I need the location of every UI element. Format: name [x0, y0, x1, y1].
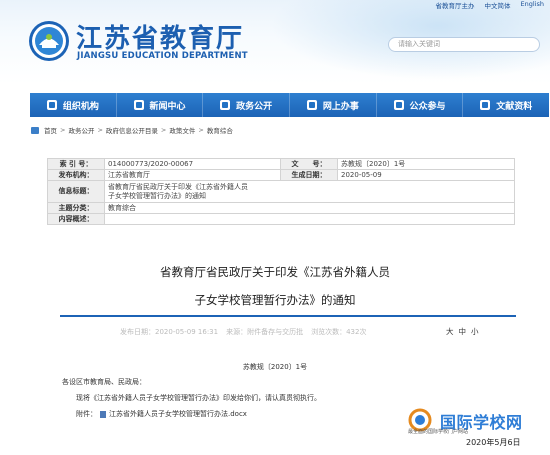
- index-label: 索 引 号：: [47, 158, 105, 170]
- top-links: 省教育厅主办 中文简体 English: [436, 0, 544, 10]
- font-large-button[interactable]: 大: [446, 326, 454, 337]
- attachment-label: 附件：: [76, 410, 97, 418]
- public-icon: [393, 100, 404, 110]
- table-row: 内容概述：: [47, 213, 515, 225]
- info-title-line: 省教育厅省民政厅关于印发《江苏省外籍人员: [108, 182, 248, 191]
- nav-item-online-service[interactable]: 网上办事: [290, 93, 377, 117]
- nav-label: 新闻中心: [149, 101, 186, 112]
- breadcrumb-separator: >: [60, 126, 66, 134]
- table-row: 信息标题： 省教育厅省民政厅关于印发《江苏省外籍人员 子女学校管理暂行办法》的通…: [47, 180, 515, 203]
- docs-icon: [480, 100, 491, 110]
- info-title-value: 省教育厅省民政厅关于印发《江苏省外籍人员 子女学校管理暂行办法》的通知: [104, 180, 515, 203]
- font-medium-button[interactable]: 中: [459, 326, 467, 337]
- date-label: 生成日期：: [280, 169, 338, 181]
- breadcrumb-edu[interactable]: 教育综合: [207, 125, 233, 135]
- nav-item-public[interactable]: 公众参与: [377, 93, 464, 117]
- index-value: 014000773/2020-00067: [104, 158, 281, 170]
- breadcrumb: 首页 > 政务公开 > 政府信息公开目录 > 政策文件 > 教育综合: [31, 125, 233, 135]
- document-number: 苏教规〔2020〕1号: [242, 363, 308, 371]
- breadcrumb-separator: >: [97, 126, 103, 134]
- news-icon: [133, 100, 144, 110]
- site-header: 省教育厅主办 中文简体 English 江苏省教育厅 JIANGSU EDUCA…: [0, 0, 550, 84]
- title-divider: [60, 315, 516, 317]
- top-link-host[interactable]: 省教育厅主办: [436, 0, 475, 10]
- table-row: 主题分类： 教育综合: [47, 202, 515, 214]
- article-title-line-2: 子女学校管理暂行办法》的通知: [194, 293, 356, 307]
- main-nav: 组织机构 新闻中心 政务公开 网上办事 公众参与 文献资料: [30, 93, 549, 117]
- nav-item-organization[interactable]: 组织机构: [30, 93, 117, 117]
- gov-icon: [220, 100, 231, 110]
- nav-label: 组织机构: [62, 101, 99, 112]
- nav-item-docs[interactable]: 文献资料: [463, 93, 549, 117]
- breadcrumb-policy[interactable]: 政策文件: [169, 125, 195, 135]
- issuer-value: 江苏省教育厅: [104, 169, 281, 181]
- nav-label: 公众参与: [409, 101, 446, 112]
- home-icon: [31, 126, 39, 134]
- info-title-line: 子女学校管理暂行办法》的通知: [108, 191, 206, 200]
- salutation: 各设区市教育局、民政局：: [62, 378, 146, 386]
- docno-label: 文 号：: [280, 158, 338, 170]
- document-meta-table: 索 引 号： 014000773/2020-00067 文 号： 苏教规〔202…: [47, 158, 515, 225]
- breadcrumb-gov-open[interactable]: 政务公开: [68, 125, 94, 135]
- info-title-label: 信息标题：: [47, 180, 105, 203]
- breadcrumb-separator: >: [198, 126, 204, 134]
- font-small-button[interactable]: 小: [471, 326, 479, 337]
- attachment: 附件： 江苏省外籍人员子女学校管理暂行办法.docx: [76, 409, 247, 419]
- nav-label: 政务公开: [236, 101, 273, 112]
- date-value: 2020-05-09: [337, 169, 515, 181]
- top-link-chinese[interactable]: 中文简体: [485, 0, 511, 10]
- site-title: 江苏省教育厅: [76, 24, 245, 54]
- table-row: 发布机构： 江苏省教育厅 生成日期： 2020-05-09: [47, 169, 515, 181]
- watermark-subtitle: 最全面的国际学校门户网站: [408, 429, 469, 435]
- article-title-line-1: 省教育厅省民政厅关于印发《江苏省外籍人员: [160, 265, 390, 279]
- publish-time: 发布日期：2020-05-09 16:31: [120, 328, 219, 336]
- top-link-english[interactable]: English: [521, 0, 544, 8]
- summary-value: [104, 213, 515, 225]
- view-count: 浏览次数：432次: [311, 328, 367, 336]
- site-subtitle: JIANGSU EDUCATION DEPARTMENT: [77, 51, 248, 61]
- nav-label: 网上办事: [322, 101, 359, 112]
- breadcrumb-separator: >: [160, 126, 167, 134]
- nav-item-news[interactable]: 新闻中心: [117, 93, 204, 117]
- file-icon: [100, 410, 106, 418]
- org-icon: [46, 100, 57, 110]
- watermark-date: 2020年5月6日: [466, 438, 521, 447]
- nav-item-government[interactable]: 政务公开: [203, 93, 291, 117]
- article-body: 现将《江苏省外籍人员子女学校管理暂行办法》印发给你们，请认真贯彻执行。: [76, 394, 321, 402]
- attachment-link[interactable]: 江苏省外籍人员子女学校管理暂行办法.docx: [109, 409, 247, 419]
- search-input[interactable]: 请输入关键词: [388, 37, 540, 52]
- table-row: 索 引 号： 014000773/2020-00067 文 号： 苏教规〔202…: [47, 158, 515, 170]
- breadcrumb-info-catalog[interactable]: 政府信息公开目录: [106, 125, 158, 135]
- breadcrumb-home[interactable]: 首页: [44, 125, 57, 135]
- article-source: 来源：附件备存与交历批: [226, 328, 304, 336]
- online-service-icon: [306, 100, 317, 110]
- department-logo-icon[interactable]: [28, 20, 70, 62]
- nav-label: 文献资料: [496, 101, 533, 112]
- article-meta: 发布日期：2020-05-09 16:31 来源：附件备存与交历批 浏览次数：4…: [120, 327, 366, 337]
- summary-label: 内容概述：: [47, 213, 105, 225]
- font-size-switcher: 大 中 小: [446, 326, 479, 337]
- topic-value: 教育综合: [104, 202, 515, 214]
- topic-label: 主题分类：: [47, 202, 105, 214]
- docno-value: 苏教规〔2020〕1号: [337, 158, 515, 170]
- issuer-label: 发布机构：: [47, 169, 105, 181]
